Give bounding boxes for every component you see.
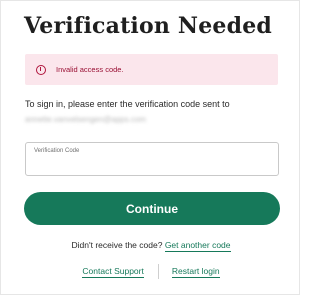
error-alert: Invalid access code. — [25, 54, 278, 85]
get-another-code-link[interactable]: Get another code — [164, 240, 231, 252]
resend-question: Didn't receive the code? — [71, 240, 163, 250]
link-divider — [157, 264, 159, 279]
contact-support-link[interactable]: Contact Support — [82, 266, 144, 278]
continue-button[interactable]: Continue — [24, 192, 280, 225]
verification-code-input[interactable] — [33, 157, 269, 173]
error-message: Invalid access code. — [56, 65, 124, 74]
verification-code-field[interactable]: Verification Code — [25, 142, 279, 176]
verification-code-label: Verification Code — [34, 148, 80, 154]
instructions-text: To sign in, please enter the verificatio… — [25, 99, 230, 109]
page-title: Verification Needed — [24, 13, 272, 39]
restart-login-link[interactable]: Restart login — [171, 266, 220, 278]
verification-card: Verification Needed Invalid access code.… — [0, 0, 300, 295]
footer-links: Contact Support Restart login — [1, 264, 301, 279]
masked-email: annette.vanvelsengen@apps.com — [25, 115, 147, 124]
resend-row: Didn't receive the code? Get another cod… — [1, 240, 301, 252]
alert-circle-icon — [36, 64, 46, 75]
